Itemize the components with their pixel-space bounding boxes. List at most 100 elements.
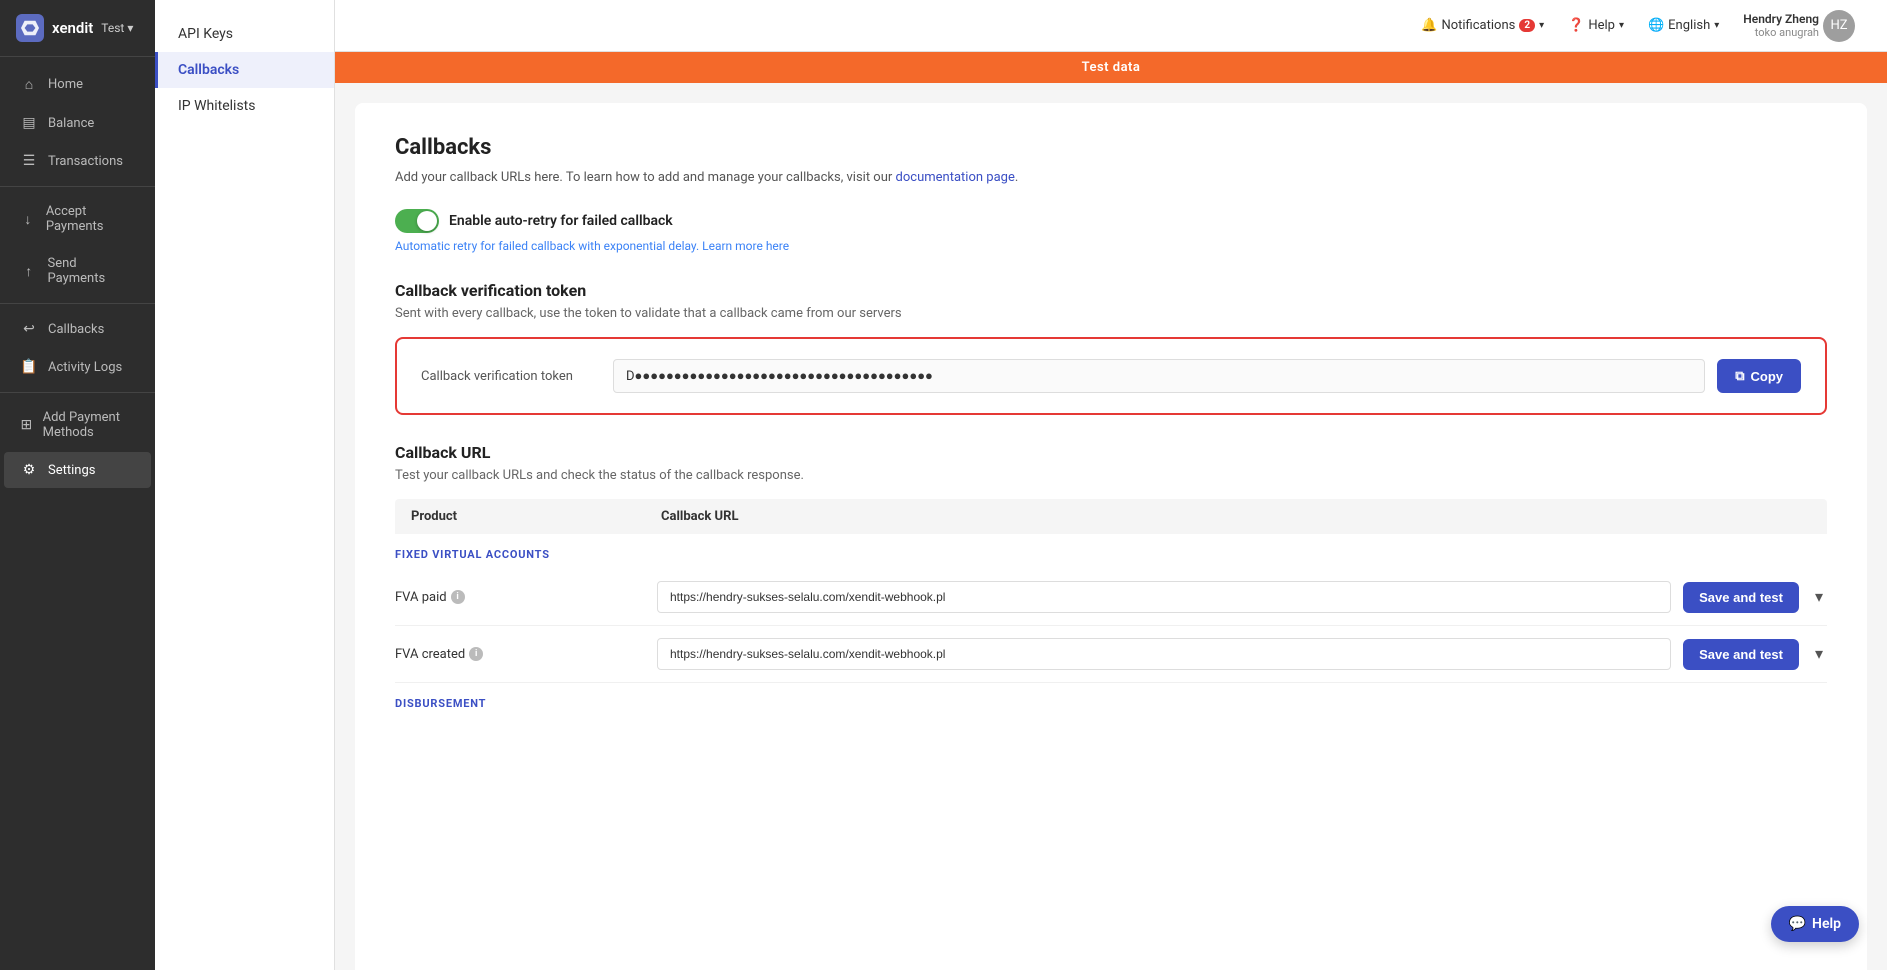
test-banner: Test data (335, 52, 1887, 83)
copy-button[interactable]: ⧉ Copy (1717, 359, 1801, 393)
submenu-item-ip-whitelists[interactable]: IP Whitelists (155, 88, 334, 124)
help-button[interactable]: ❓ Help ▾ (1560, 14, 1632, 37)
page-description: Add your callback URLs here. To learn ho… (395, 170, 1827, 185)
app-name: xendit (52, 19, 93, 37)
callback-url-title: Callback URL (395, 443, 1827, 462)
notifications-badge: 2 (1519, 19, 1535, 32)
globe-icon: 🌐 (1648, 18, 1664, 33)
sidebar-item-label: Send Payments (48, 256, 136, 286)
main-content: Callbacks Add your callback URLs here. T… (355, 103, 1867, 970)
send-payments-icon: ↑ (20, 263, 38, 280)
balance-icon: ▤ (20, 115, 38, 131)
user-subtitle: toko anugrah (1743, 26, 1819, 39)
col-product: Product (411, 509, 661, 524)
sidebar-item-settings[interactable]: ⚙ Settings (4, 452, 151, 488)
help-fab-icon: 💬 (1789, 916, 1806, 932)
page-desc-text: Add your callback URLs here. To learn ho… (395, 170, 892, 185)
fva-created-info-icon[interactable]: i (469, 647, 483, 661)
env-selector[interactable]: Test ▾ (101, 21, 133, 35)
toggle-knob (417, 211, 437, 231)
add-payment-methods-icon: ⊞ (20, 417, 33, 433)
sidebar-item-label: Add Payment Methods (43, 410, 135, 440)
fva-paid-save-test-button[interactable]: Save and test (1683, 582, 1799, 613)
topbar: 🔔 Notifications 2 ▾ ❓ Help ▾ 🌐 English ▾… (335, 0, 1887, 52)
copy-icon: ⧉ (1735, 368, 1744, 384)
main-wrapper: 🔔 Notifications 2 ▾ ❓ Help ▾ 🌐 English ▾… (335, 0, 1887, 970)
toggle-label: Enable auto-retry for failed callback (449, 213, 673, 229)
sidebar-item-label: Accept Payments (46, 204, 135, 234)
callback-url-section: Callback URL Test your callback URLs and… (395, 443, 1827, 718)
fva-created-url-input[interactable] (657, 638, 1671, 670)
token-label: Callback verification token (421, 369, 601, 384)
toggle-row: Enable auto-retry for failed callback (395, 209, 673, 233)
fva-created-row: FVA created i Save and test ▾ (395, 626, 1827, 683)
xendit-logo-icon (16, 14, 44, 42)
sidebar-item-transactions[interactable]: ☰ Transactions (4, 143, 151, 179)
token-section-desc: Sent with every callback, use the token … (395, 306, 1827, 321)
toggle-section: Enable auto-retry for failed callback Au… (395, 209, 1827, 253)
sidebar-divider-3 (0, 392, 155, 393)
help-chevron: ▾ (1619, 20, 1624, 31)
group-disbursement-label: DISBURSEMENT (395, 683, 1827, 718)
submenu-item-api-keys[interactable]: API Keys (155, 16, 334, 52)
token-row: Callback verification token D●●●●●●●●●●●… (421, 359, 1801, 393)
transactions-icon: ☰ (20, 153, 38, 169)
home-icon: ⌂ (20, 76, 38, 93)
fva-paid-info-icon[interactable]: i (451, 590, 465, 604)
sidebar-item-accept-payments[interactable]: ↓ Accept Payments (4, 194, 151, 244)
fva-created-expand-button[interactable]: ▾ (1811, 640, 1827, 668)
sidebar-nav: ⌂ Home ▤ Balance ☰ Transactions ↓ Accept… (0, 57, 155, 970)
submenu-item-callbacks[interactable]: Callbacks (155, 52, 334, 88)
sidebar-item-add-payment-methods[interactable]: ⊞ Add Payment Methods (4, 400, 151, 450)
learn-more-link[interactable]: here (766, 239, 789, 253)
sidebar: xendit Test ▾ ⌂ Home ▤ Balance ☰ Transac… (0, 0, 155, 970)
notifications-chevron: ▾ (1539, 20, 1544, 31)
toggle-sublabel: Automatic retry for failed callback with… (395, 239, 789, 253)
fva-paid-row: FVA paid i Save and test ▾ (395, 569, 1827, 626)
sidebar-item-activity-logs[interactable]: 📋 Activity Logs (4, 349, 151, 385)
user-menu[interactable]: Hendry Zheng toko anugrah HZ (1735, 6, 1863, 46)
auto-retry-toggle[interactable] (395, 209, 439, 233)
doc-link[interactable]: documentation page (896, 170, 1015, 185)
accept-payments-icon: ↓ (20, 211, 36, 228)
fva-paid-expand-button[interactable]: ▾ (1811, 583, 1827, 611)
page-title: Callbacks (395, 135, 1827, 160)
notifications-button[interactable]: 🔔 Notifications 2 ▾ (1413, 14, 1552, 37)
fva-created-product: FVA created i (395, 647, 645, 662)
user-name: Hendry Zheng (1743, 12, 1819, 26)
col-url: Callback URL (661, 509, 1811, 524)
language-chevron: ▾ (1714, 20, 1719, 31)
sidebar-item-label: Balance (48, 116, 94, 131)
copy-label: Copy (1751, 369, 1784, 384)
fva-paid-url-input[interactable] (657, 581, 1671, 613)
sidebar-item-home[interactable]: ⌂ Home (4, 66, 151, 103)
user-avatar: HZ (1823, 10, 1855, 42)
env-label: Test (101, 21, 124, 35)
activity-logs-icon: 📋 (20, 359, 38, 375)
callbacks-icon: ↩ (20, 321, 38, 337)
sidebar-item-label: Transactions (48, 154, 123, 169)
sidebar-divider (0, 186, 155, 187)
sidebar-item-label: Settings (48, 463, 95, 478)
token-section-title: Callback verification token (395, 281, 1827, 300)
sidebar-logo: xendit Test ▾ (0, 0, 155, 57)
sidebar-item-callbacks[interactable]: ↩ Callbacks (4, 311, 151, 347)
language-selector[interactable]: 🌐 English ▾ (1640, 14, 1727, 37)
fva-created-save-test-button[interactable]: Save and test (1683, 639, 1799, 670)
table-header: Product Callback URL (395, 499, 1827, 534)
question-icon: ❓ (1568, 18, 1584, 33)
help-fab-button[interactable]: 💬 Help (1771, 906, 1859, 942)
sidebar-item-label: Activity Logs (48, 360, 122, 375)
sidebar-item-balance[interactable]: ▤ Balance (4, 105, 151, 141)
callback-url-desc: Test your callback URLs and check the st… (395, 468, 1827, 483)
bell-icon: 🔔 (1421, 18, 1437, 33)
sidebar-item-send-payments[interactable]: ↑ Send Payments (4, 246, 151, 296)
fva-paid-product: FVA paid i (395, 590, 645, 605)
help-fab-label: Help (1812, 916, 1841, 932)
sidebar-divider-2 (0, 303, 155, 304)
help-label: Help (1588, 18, 1615, 33)
notifications-label: Notifications (1441, 18, 1515, 33)
settings-icon: ⚙ (20, 462, 38, 478)
group-fva-label: FIXED VIRTUAL ACCOUNTS (395, 534, 1827, 569)
token-value: D●●●●●●●●●●●●●●●●●●●●●●●●●●●●●●●●●●●●●● (613, 359, 1705, 393)
